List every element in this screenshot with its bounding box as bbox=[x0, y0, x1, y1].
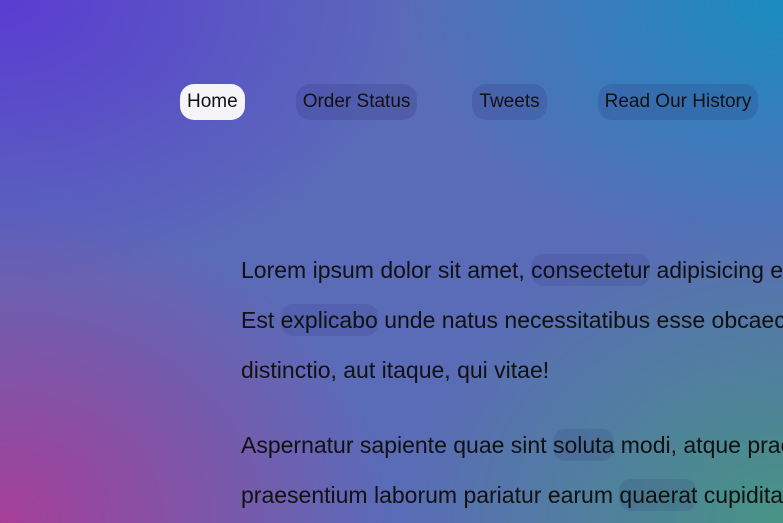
main-content: Lorem ipsum dolor sit amet, consectetur … bbox=[241, 245, 783, 520]
text-segment: Lorem ipsum dolor sit amet, bbox=[241, 257, 532, 283]
text-line: distinctio, aut itaque, qui vitae! bbox=[241, 345, 783, 395]
highlighted-word: quaerat bbox=[619, 479, 698, 511]
highlighted-word: consectetur bbox=[531, 254, 651, 286]
text-segment: modi, atque praesentium bbox=[620, 432, 783, 458]
nav-home-link[interactable]: Home bbox=[180, 84, 245, 120]
text-line: Est explicabo unde natus necessitatibus … bbox=[241, 295, 783, 345]
highlighted-word: soluta bbox=[552, 429, 615, 461]
text-segment: cupiditate bbox=[703, 482, 783, 508]
text-line: Aspernatur sapiente quae sint soluta mod… bbox=[241, 420, 783, 470]
text-segment: adipisicing elit. bbox=[656, 257, 783, 283]
text-line: praesentium laborum pariatur earum quaer… bbox=[241, 470, 783, 520]
text-segment: praesentium laborum pariatur earum bbox=[241, 482, 620, 508]
text-segment: distinctio, aut itaque, qui vitae! bbox=[241, 357, 550, 383]
text-segment: unde natus necessitatibus esse obcaecati bbox=[377, 307, 783, 333]
paragraph: Aspernatur sapiente quae sint soluta mod… bbox=[241, 420, 783, 520]
highlighted-word: explicabo bbox=[280, 304, 378, 336]
main-nav: Home Order Status Tweets Read Our Histor… bbox=[180, 84, 759, 120]
nav-order-status-link[interactable]: Order Status bbox=[295, 84, 418, 120]
text-segment: Aspernatur sapiente quae sint bbox=[241, 432, 553, 458]
nav-history-link[interactable]: Read Our History bbox=[597, 84, 759, 120]
text-segment: Est bbox=[241, 307, 281, 333]
text-line: Lorem ipsum dolor sit amet, consectetur … bbox=[241, 245, 783, 295]
paragraph: Lorem ipsum dolor sit amet, consectetur … bbox=[241, 245, 783, 395]
nav-tweets-link[interactable]: Tweets bbox=[472, 84, 547, 120]
